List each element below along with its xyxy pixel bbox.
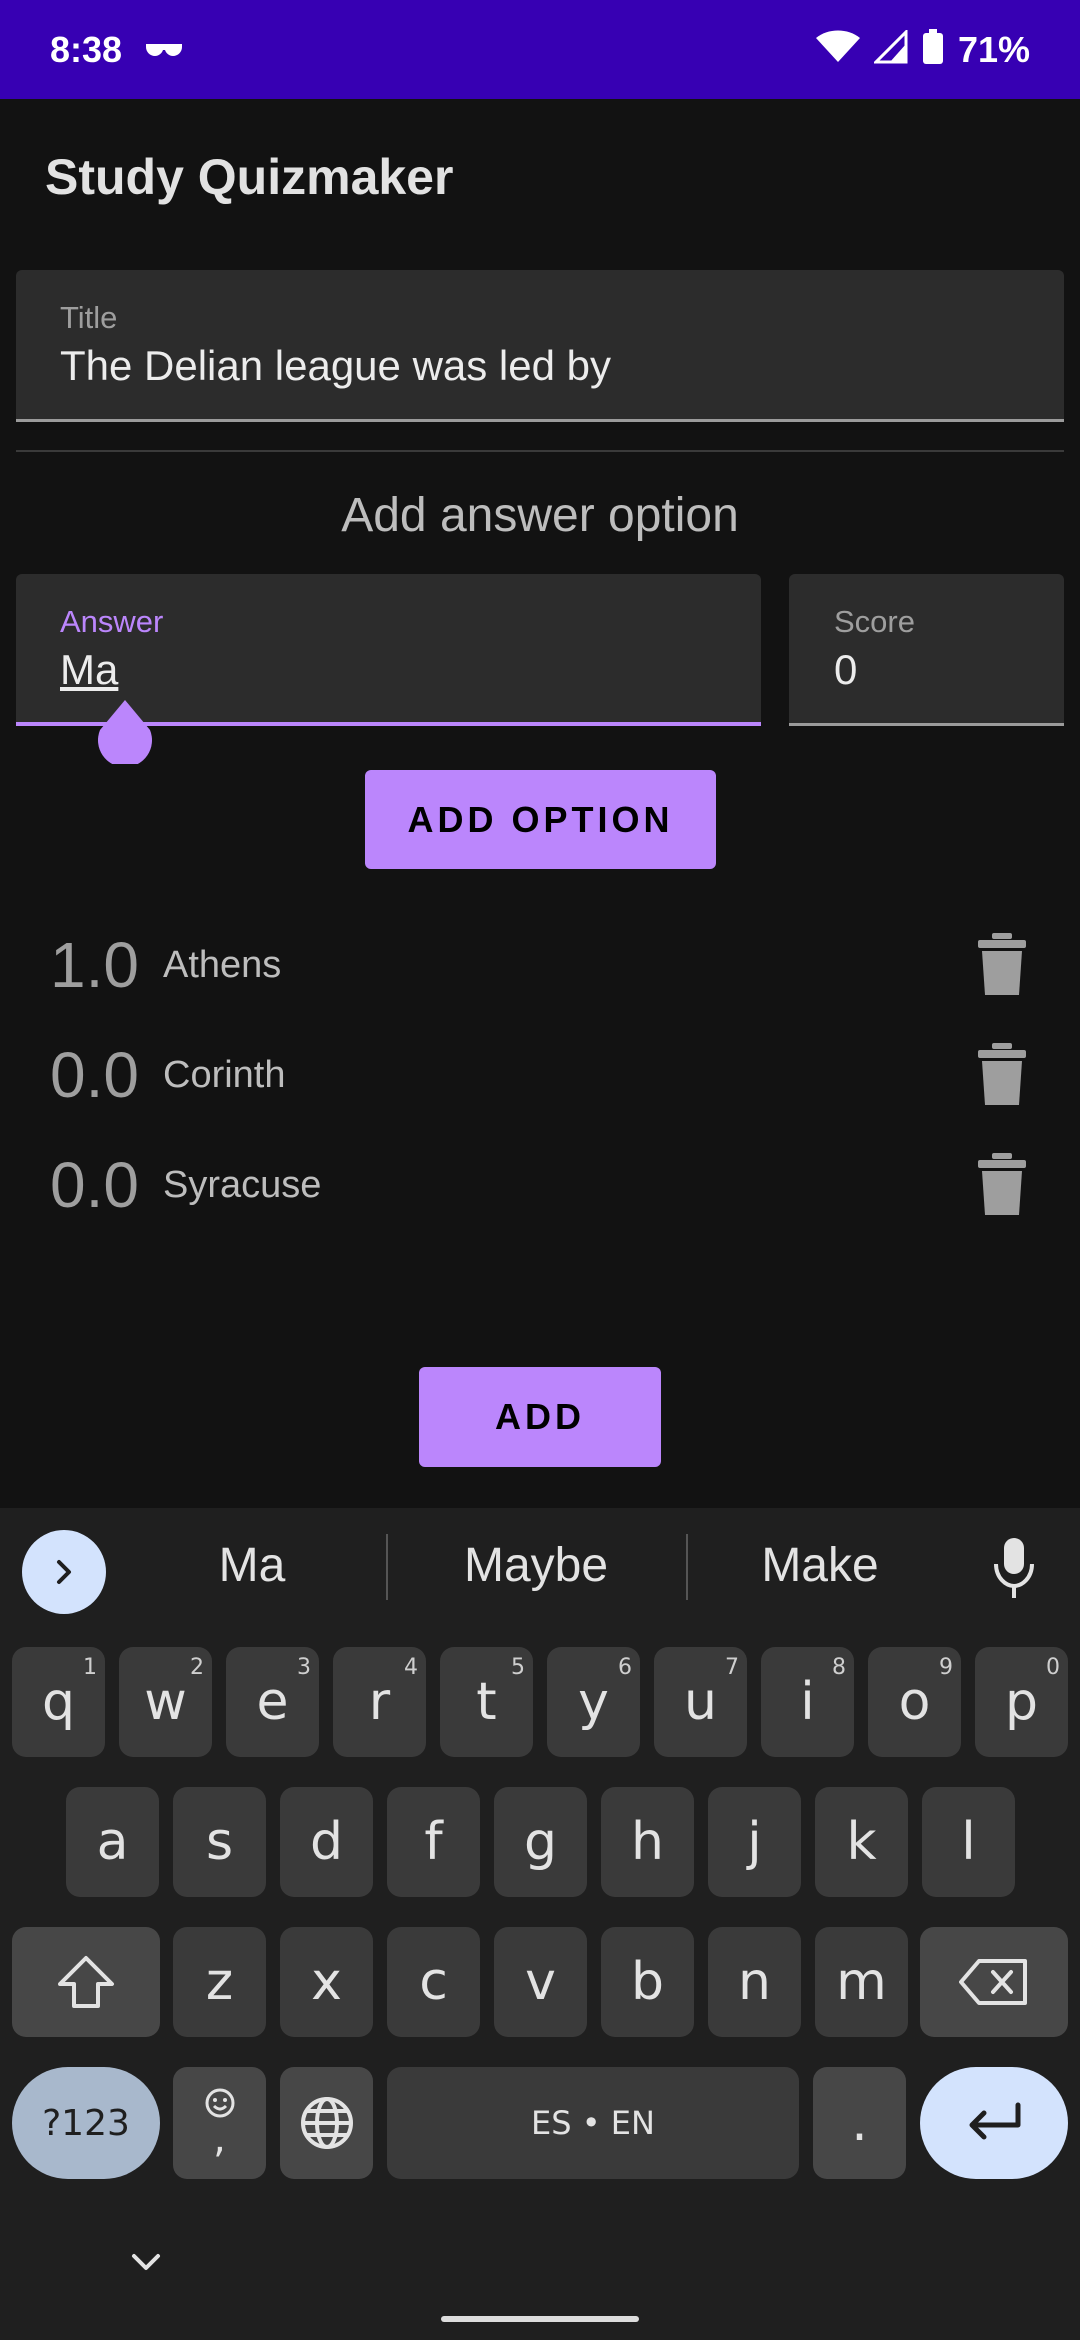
list-item: 1.0 Athens (50, 925, 1030, 1005)
option-label: Corinth (163, 1053, 286, 1096)
key-r[interactable]: r4 (333, 1647, 426, 1757)
chevron-down-icon[interactable] (128, 2250, 164, 2279)
key-j[interactable]: j (708, 1787, 801, 1897)
key-u[interactable]: u7 (654, 1647, 747, 1757)
key-m[interactable]: m (815, 1927, 908, 2037)
enter-key[interactable] (920, 2067, 1068, 2179)
key-p[interactable]: p0 (975, 1647, 1068, 1757)
answer-label: Answer (60, 604, 164, 639)
answer-value: Ma (60, 646, 119, 693)
add-option-button[interactable]: ADD OPTION (365, 770, 716, 869)
key-t[interactable]: t5 (440, 1647, 533, 1757)
key-i[interactable]: i8 (761, 1647, 854, 1757)
signal-icon (872, 28, 908, 69)
emoji-icon (205, 2088, 234, 2118)
suggestion-2[interactable]: Maybe (416, 1538, 656, 1593)
trash-icon[interactable] (974, 1043, 1030, 1107)
trash-icon[interactable] (974, 1153, 1030, 1217)
battery-percent: 71% (957, 28, 1030, 70)
list-item: 0.0 Syracuse (50, 1145, 1030, 1225)
suggestion-1[interactable]: Ma (132, 1538, 372, 1593)
suggestion-strip: Ma Maybe Make (0, 1508, 1080, 1628)
key-c[interactable]: c (387, 1927, 480, 2037)
language-key[interactable] (280, 2067, 373, 2179)
globe-icon (300, 2097, 353, 2149)
key-z[interactable]: z (173, 1927, 266, 2037)
title-field[interactable]: Title The Delian league was led by (16, 270, 1064, 422)
key-v[interactable]: v (494, 1927, 587, 2037)
option-label: Athens (163, 943, 282, 986)
key-a[interactable]: a (66, 1787, 159, 1897)
add-button[interactable]: ADD (419, 1367, 661, 1467)
symbols-key[interactable]: ?123 (12, 2067, 160, 2179)
keyboard: Ma Maybe Make q1 w2 e3 r4 t5 y6 u7 i8 o9… (0, 1508, 1080, 2340)
app-title: Study Quizmaker (45, 149, 454, 205)
key-l[interactable]: l (922, 1787, 1015, 1897)
status-bar: 8:38 71% (0, 0, 1080, 99)
key-k[interactable]: k (815, 1787, 908, 1897)
backspace-icon (959, 1959, 1027, 2005)
add-answer-heading: Add answer option (341, 489, 739, 542)
shift-key[interactable] (12, 1927, 160, 2037)
score-label: Score (834, 604, 915, 639)
battery-icon (922, 29, 944, 70)
title-field-value: The Delian league was led by (60, 342, 612, 389)
key-y[interactable]: y6 (547, 1647, 640, 1757)
option-score: 1.0 (50, 929, 139, 1001)
suggestion-divider (386, 1534, 388, 1600)
list-item: 0.0 Corinth (50, 1035, 1030, 1115)
microphone-icon[interactable] (990, 1536, 1038, 1600)
shift-icon (58, 1956, 114, 2008)
chevron-right-icon[interactable] (22, 1530, 106, 1614)
suggestion-3[interactable]: Make (700, 1538, 940, 1593)
key-s[interactable]: s (173, 1787, 266, 1897)
key-w[interactable]: w2 (119, 1647, 212, 1757)
divider (16, 450, 1064, 452)
text-cursor-handle[interactable] (96, 700, 154, 768)
key-x[interactable]: x (280, 1927, 373, 2037)
trash-icon[interactable] (974, 933, 1030, 997)
navigation-handle[interactable] (441, 2316, 639, 2322)
key-o[interactable]: o9 (868, 1647, 961, 1757)
option-score: 0.0 (50, 1149, 139, 1221)
key-e[interactable]: e3 (226, 1647, 319, 1757)
glasses-icon (144, 40, 184, 60)
title-field-label: Title (60, 300, 118, 335)
option-score: 0.0 (50, 1039, 139, 1111)
key-q[interactable]: q1 (12, 1647, 105, 1757)
option-label: Syracuse (163, 1163, 322, 1206)
backspace-key[interactable] (920, 1927, 1068, 2037)
key-n[interactable]: n (708, 1927, 801, 2037)
space-key[interactable]: ES • EN (387, 2067, 799, 2179)
period-key[interactable]: . (813, 2067, 906, 2179)
status-time: 8:38 (50, 28, 123, 70)
key-f[interactable]: f (387, 1787, 480, 1897)
wifi-icon (815, 30, 860, 69)
key-b[interactable]: b (601, 1927, 694, 2037)
key-h[interactable]: h (601, 1787, 694, 1897)
emoji-comma-key[interactable]: , (173, 2067, 266, 2179)
score-input[interactable]: Score 0 (789, 574, 1064, 726)
score-value: 0 (834, 646, 858, 693)
key-g[interactable]: g (494, 1787, 587, 1897)
enter-icon (969, 2102, 1021, 2140)
suggestion-divider (686, 1534, 688, 1600)
key-d[interactable]: d (280, 1787, 373, 1897)
